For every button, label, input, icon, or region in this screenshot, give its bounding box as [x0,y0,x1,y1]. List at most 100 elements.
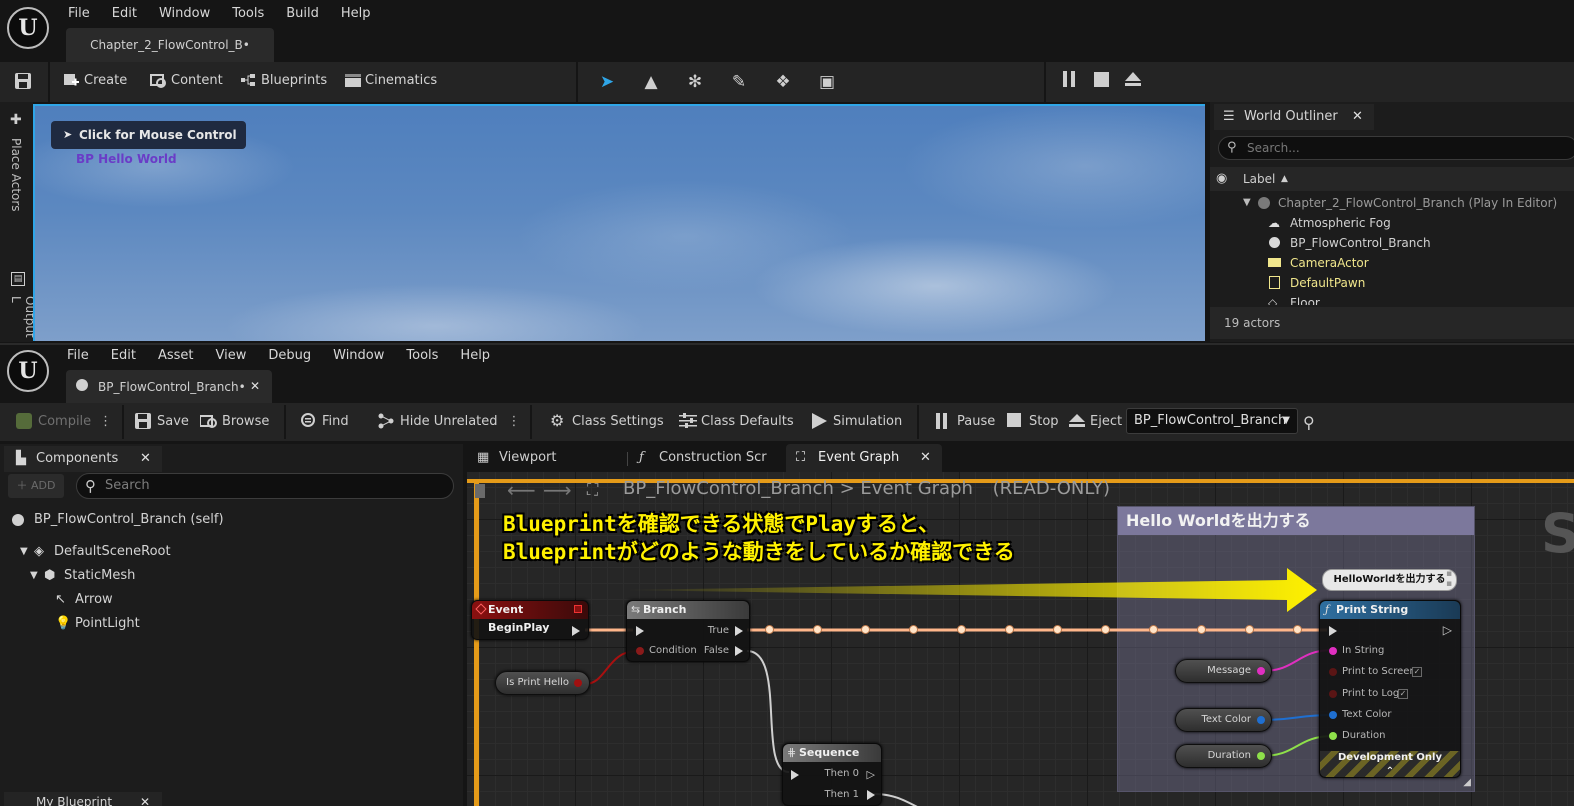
then1-pin[interactable] [867,790,875,800]
tab-construction-script[interactable]: ƒ Construction Scri [627,444,767,472]
content-button[interactable]: Content [150,72,223,88]
true-pin[interactable] [735,626,743,636]
paint-mode-icon[interactable]: ✎ [728,71,750,93]
pin-bubble-icon[interactable]: ▪ ▪ [1446,569,1456,591]
debug-object-select[interactable]: BP_FlowControl_Branch ▼ [1126,408,1298,434]
duration-variable[interactable]: Duration [1175,744,1272,768]
tab-event-graph[interactable]: ⛶ Event Graph ✕ [786,444,942,472]
text-color-variable[interactable]: Text Color [1175,708,1272,732]
eye-icon[interactable]: ◉ [1216,167,1227,191]
close-icon[interactable]: ✕ [140,792,150,806]
branch-node[interactable]: Branch ⇆ True Condition False [626,600,750,662]
outliner-row[interactable]: ▼ Chapter_2_FlowControl_Branch (Play In … [1210,193,1574,213]
stop-icon[interactable] [1090,71,1112,93]
menu-asset[interactable]: Asset [158,348,194,363]
print-string-node[interactable]: Print String ƒ ▷ In String Print to Scre… [1319,600,1461,778]
duration-pin[interactable] [1329,732,1337,740]
pause-icon[interactable] [1058,71,1080,93]
float-pin[interactable] [1257,752,1265,760]
menu-debug[interactable]: Debug [268,348,311,363]
components-tab[interactable]: ▙ Components ✕ [4,446,162,472]
simulation-button[interactable]: Simulation [811,413,902,429]
select-mode-icon[interactable]: ➤ [596,71,618,93]
string-pin[interactable] [1257,667,1265,675]
outliner-column-header[interactable]: ◉ Label ▲ [1210,167,1574,191]
close-icon[interactable]: ✕ [1352,104,1363,130]
menu-window[interactable]: Window [159,6,210,21]
more-options-icon[interactable]: ⋮ [508,414,521,429]
chevron-down-icon[interactable]: ▼ [30,566,38,586]
menu-help[interactable]: Help [460,348,490,363]
exec-in-pin[interactable] [636,626,644,636]
text-color-pin[interactable] [1329,711,1337,719]
outliner-row[interactable]: ◇ Floor [1210,293,1574,305]
world-outliner-tab[interactable]: ☰ World Outliner ✕ [1214,104,1374,130]
chevron-down-icon[interactable]: ▼ [1243,193,1251,213]
menu-file[interactable]: File [68,6,90,21]
add-component-button[interactable]: ＋ ADD [8,474,64,498]
condition-pin[interactable] [636,647,644,655]
stop-button[interactable]: Stop [1007,413,1059,429]
class-settings-button[interactable]: ⚙ Class Settings [550,413,664,429]
menu-window[interactable]: Window [333,348,384,363]
place-actors-tab[interactable]: Place Actors [9,138,23,212]
mouse-control-button[interactable]: ➤ Click for Mouse Control [51,121,246,149]
browse-button[interactable]: Browse [199,413,269,429]
components-search-input[interactable]: ⚲ Search [76,473,454,499]
delegate-pin[interactable] [574,605,582,613]
color-pin[interactable] [1257,716,1265,724]
event-beginplay-node[interactable]: Event BeginPlay [471,600,589,640]
outliner-row[interactable]: BP_FlowControl_Branch [1210,233,1574,253]
close-icon[interactable]: ✕ [250,379,260,393]
level-viewport[interactable]: ➤ Click for Mouse Control BP Hello World [33,104,1205,341]
unreal-logo[interactable]: U [7,7,49,49]
event-graph-canvas[interactable]: ⟵ ⟶ ⛶ BP_FlowControl_Branch > Event Grap… [467,472,1574,806]
more-options-icon[interactable]: ⋮ [99,414,112,429]
outliner-search-input[interactable]: ⚲ Search... [1218,136,1574,160]
cinematics-button[interactable]: Cinematics [344,72,437,88]
eject-button[interactable]: Eject [1068,413,1122,429]
close-icon[interactable]: ✕ [140,446,151,472]
bp-doc-tab[interactable]: BP_FlowControl_Branch• ✕ [66,370,272,403]
save-icon[interactable] [14,72,32,90]
chevron-up-icon[interactable]: ⌃ [1386,766,1394,777]
outliner-row[interactable]: ☁ Atmospheric Fog [1210,213,1574,233]
blueprints-button[interactable]: Blueprints [240,72,327,88]
exec-out-pin[interactable]: ▷ [1443,623,1452,637]
foliage-mode-icon[interactable]: ✻ [684,71,706,93]
print-to-screen-pin[interactable] [1329,668,1337,676]
message-variable[interactable]: Message [1175,659,1272,683]
place-actors-icon[interactable]: ✚ [10,112,22,128]
bool-pin[interactable] [574,679,582,687]
chevron-down-icon[interactable]: ▼ [20,542,28,562]
menu-edit[interactable]: Edit [111,348,136,363]
my-blueprint-tab[interactable]: My Blueprint ✕ [4,792,162,806]
class-defaults-button[interactable]: Class Defaults [679,413,794,429]
landscape-mode-icon[interactable]: ▲ [640,71,662,93]
unreal-logo[interactable]: U [7,350,49,392]
exec-in-pin[interactable] [1329,626,1337,636]
print-to-screen-checkbox[interactable]: ✓ [1412,667,1422,677]
tab-viewport[interactable]: ▦ Viewport [467,444,617,472]
modeling-mode-icon[interactable]: ▣ [816,71,838,93]
outliner-row[interactable]: CameraActor [1210,253,1574,273]
find-button[interactable]: Find [300,413,349,429]
exec-in-pin[interactable] [791,770,799,780]
false-pin[interactable] [735,646,743,656]
outliner-row[interactable]: DefaultPawn [1210,273,1574,293]
print-to-log-checkbox[interactable]: ✓ [1398,689,1408,699]
hide-unrelated-button[interactable]: Hide Unrelated ⋮ [378,413,521,429]
menu-build[interactable]: Build [286,6,319,21]
compile-button[interactable]: Compile ⋮ [16,413,112,429]
node-comment-bubble[interactable]: HelloWorldを出力する [1322,569,1457,591]
menu-edit[interactable]: Edit [112,6,137,21]
exec-out-pin[interactable] [572,626,580,636]
close-icon[interactable]: ✕ [920,444,931,472]
eject-icon[interactable] [1122,71,1144,93]
level-doc-tab[interactable]: Chapter_2_FlowControl_B• [66,28,274,62]
output-log-icon[interactable]: ▤ [11,272,25,286]
menu-file[interactable]: File [67,348,89,363]
menu-tools[interactable]: Tools [232,6,264,21]
print-to-log-pin[interactable] [1329,690,1337,698]
sequence-node[interactable]: Sequence ⋕ Then 0 ▷ Then 1 [782,743,882,806]
